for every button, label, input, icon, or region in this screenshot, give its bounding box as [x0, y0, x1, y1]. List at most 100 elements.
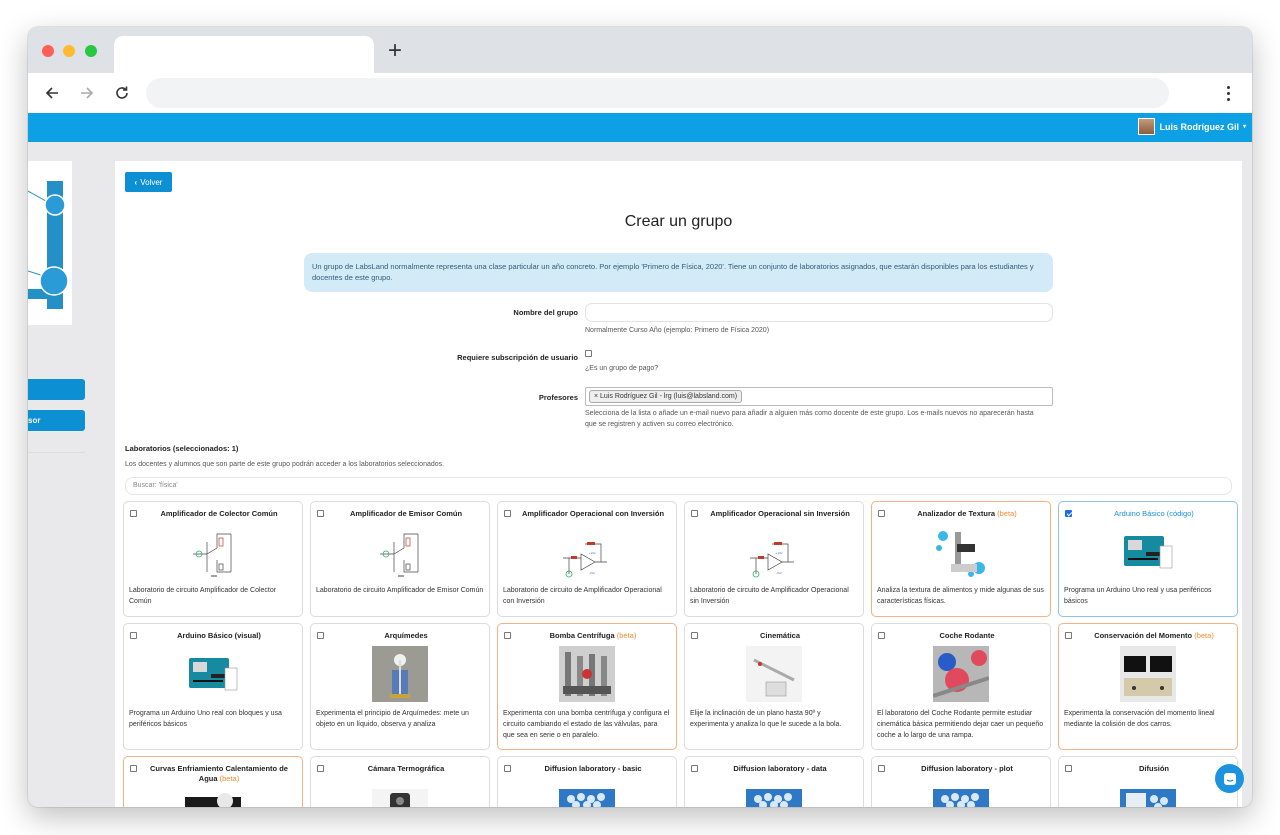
lab-card[interactable]: Difusión — [1058, 756, 1238, 807]
sidebar-button-2[interactable]: sor — [28, 410, 85, 431]
caret-down-icon: ▾ — [1242, 124, 1246, 130]
opamp-icon: +Vcc -Vcc — [559, 532, 615, 588]
back-button[interactable]: ‹ Volver — [125, 172, 172, 192]
lab-name: Diffusion laboratory - plot — [888, 764, 1046, 774]
lab-card[interactable]: Curvas Enfriamiento Calentamiento de Agu… — [123, 756, 303, 807]
lab-card[interactable]: Arduino Básico (código) Programa un Ardui… — [1058, 501, 1238, 617]
lab-name-text: Coche Rodante — [939, 631, 995, 640]
lab-card[interactable]: Cinemática Elije la inclinación de un pla… — [684, 623, 864, 750]
lab-card[interactable]: Arquímedes Experimenta el principio de Ar… — [310, 623, 490, 750]
lab-name: Cinemática — [701, 631, 859, 641]
svg-text:+Vcc: +Vcc — [589, 551, 596, 555]
back-button-label: Volver — [140, 177, 163, 187]
avatar — [1138, 118, 1156, 135]
lab-description: Laboratorio de circuito Amplificador de … — [316, 587, 484, 594]
lab-name-text: Arquímedes — [384, 631, 428, 640]
lab-checkbox[interactable] — [691, 765, 698, 772]
pump-icon — [559, 646, 615, 702]
chat-button[interactable] — [1215, 764, 1244, 793]
lab-card[interactable]: Amplificador Operacional sin Inversión +V… — [684, 501, 864, 617]
lab-name-text: Conservación del Momento — [1094, 631, 1193, 640]
close-window-dot[interactable] — [42, 45, 54, 57]
lab-name: Analizador de Textura (beta) — [888, 509, 1046, 519]
beta-badge: (beta) — [1194, 631, 1214, 640]
sidebar-button-1[interactable] — [28, 379, 85, 400]
address-bar[interactable] — [146, 78, 1169, 108]
lab-description: Experimenta el principio de Arquímedes: … — [316, 710, 469, 728]
lab-checkbox[interactable] — [878, 510, 885, 517]
lab-description: Laboratorio de circuito Amplificador de … — [129, 587, 277, 605]
lab-checkbox[interactable] — [504, 510, 511, 517]
teachers-input[interactable]: × Luis Rodríguez Gil - lrg (luis@labslan… — [585, 387, 1053, 406]
browser-menu-icon[interactable] — [1218, 83, 1238, 103]
water-icon — [185, 787, 241, 807]
lab-card[interactable]: Amplificador de Colector Común Laboratori… — [123, 501, 303, 617]
lab-card[interactable]: Diffusion laboratory - basic — [497, 756, 677, 807]
lab-name-text: Cinemática — [759, 631, 801, 640]
subscription-checkbox[interactable] — [585, 350, 592, 357]
info-alert: Un grupo de LabsLand normalmente represe… — [304, 253, 1053, 292]
lab-description: Experimenta con una bomba centrífuga y c… — [503, 710, 670, 739]
lab-name-text: Bomba Centrífuga — [549, 631, 615, 640]
lab-card[interactable]: Amplificador Operacional con Inversión +V… — [497, 501, 677, 617]
lab-description: Programa un Arduino Uno real y usa perif… — [1064, 587, 1212, 605]
diffusion-icon — [559, 779, 615, 807]
lab-name: Coche Rodante — [888, 631, 1046, 641]
lab-checkbox[interactable] — [504, 632, 511, 639]
beta-badge: (beta) — [616, 631, 637, 640]
lab-card[interactable]: Conservación del Momento (beta) Experimen… — [1058, 623, 1238, 750]
reload-icon[interactable] — [110, 81, 134, 105]
group-name-input[interactable] — [585, 303, 1053, 322]
lab-card[interactable]: Amplificador de Emisor Común Laboratorio … — [310, 501, 490, 617]
lab-checkbox[interactable] — [130, 765, 137, 772]
lab-name: Diffusion laboratory - data — [701, 764, 859, 774]
labs-search-input[interactable]: Buscar: 'física' — [125, 477, 1232, 495]
lab-checkbox[interactable] — [691, 510, 698, 517]
circuit-icon — [185, 524, 241, 580]
lab-name: Amplificador Operacional sin Inversión — [701, 509, 859, 519]
new-tab-icon[interactable]: + — [388, 39, 402, 63]
lab-checkbox[interactable] — [317, 632, 324, 639]
teacher-tag[interactable]: × Luis Rodríguez Gil - lrg (luis@labslan… — [589, 390, 743, 403]
lab-card[interactable]: Bomba Centrífuga (beta) Experimenta con u… — [497, 623, 677, 750]
svg-text:-Vcc: -Vcc — [589, 571, 596, 575]
lab-name: Amplificador de Colector Común — [140, 509, 298, 519]
create-group-card: ‹ Volver Crear un grupo Un grupo de Labs… — [115, 161, 1242, 807]
lab-card[interactable]: Diffusion laboratory - data — [684, 756, 864, 807]
labs-subtitle: Los docentes y alumnos que son parte de … — [125, 461, 445, 468]
lab-card[interactable]: Arduino Básico (visual) Programa un Ardui… — [123, 623, 303, 750]
lab-name-text: Amplificador de Emisor Común — [349, 509, 463, 518]
svg-text:-Vcc: -Vcc — [776, 571, 783, 575]
lab-description: Elije la inclinación de un plano hasta 9… — [690, 710, 842, 728]
circuit-icon — [372, 524, 428, 580]
lab-card[interactable]: Coche Rodante El laboratorio del Coche Ro… — [871, 623, 1051, 750]
lab-checkbox[interactable] — [1065, 765, 1072, 772]
lab-name: Amplificador Operacional con Inversión — [514, 509, 672, 519]
minimize-window-dot[interactable] — [63, 45, 75, 57]
circuit-diagram-icon — [28, 181, 69, 309]
lab-checkbox[interactable] — [878, 632, 885, 639]
lab-description: Laboratorio de circuito de Amplificador … — [690, 587, 849, 605]
lab-checkbox[interactable] — [691, 632, 698, 639]
lab-name: Arduino Básico (código) — [1075, 509, 1233, 519]
back-arrow-icon[interactable] — [40, 81, 64, 105]
lab-card[interactable]: Analizador de Textura (beta) Analiza la t… — [871, 501, 1051, 617]
lab-name: Cámara Termográfica — [327, 764, 485, 774]
lab-card[interactable]: Cámara Termográfica — [310, 756, 490, 807]
lab-checkbox[interactable] — [130, 510, 137, 517]
lab-card[interactable]: Diffusion laboratory - plot — [871, 756, 1051, 807]
lab-checkbox[interactable] — [1065, 510, 1072, 517]
lab-checkbox[interactable] — [1065, 632, 1072, 639]
lab-checkbox[interactable] — [317, 765, 324, 772]
forward-arrow-icon[interactable] — [75, 81, 99, 105]
lab-checkbox[interactable] — [504, 765, 511, 772]
lab-checkbox[interactable] — [130, 632, 137, 639]
user-menu[interactable]: Luis Rodríguez Gil ▾ — [1138, 118, 1246, 135]
texture-icon — [933, 524, 989, 580]
maximize-window-dot[interactable] — [85, 45, 97, 57]
lab-checkbox[interactable] — [317, 510, 324, 517]
browser-tab[interactable] — [114, 36, 374, 73]
lab-name-text: Diffusion laboratory - plot — [921, 764, 1013, 773]
user-name: Luis Rodríguez Gil — [1159, 121, 1239, 132]
lab-checkbox[interactable] — [878, 765, 885, 772]
